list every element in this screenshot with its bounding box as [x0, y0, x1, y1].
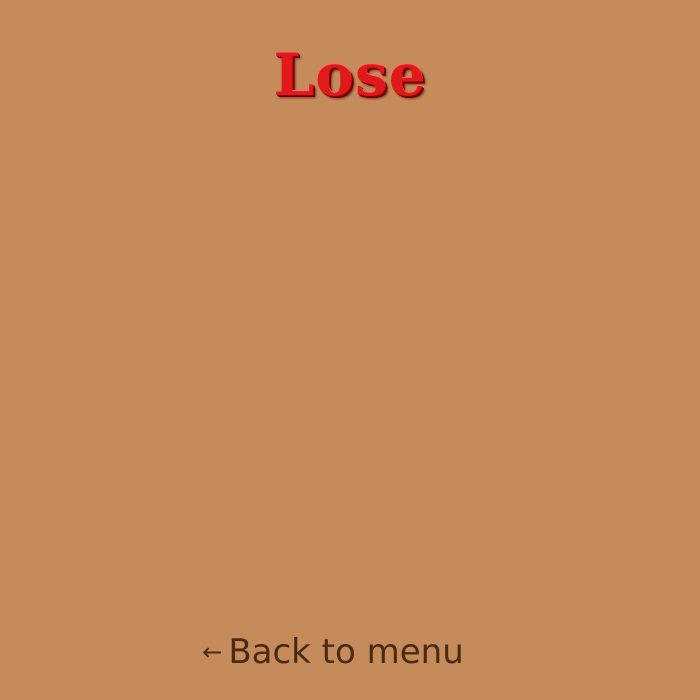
back-to-menu-label: Back to menu [228, 632, 464, 672]
arrow-left-icon: ← [202, 638, 223, 666]
back-to-menu-button[interactable]: ← Back to menu [0, 626, 666, 678]
result-title: Lose [273, 41, 427, 109]
lose-screen: Lose ← Back to menu [0, 0, 700, 700]
